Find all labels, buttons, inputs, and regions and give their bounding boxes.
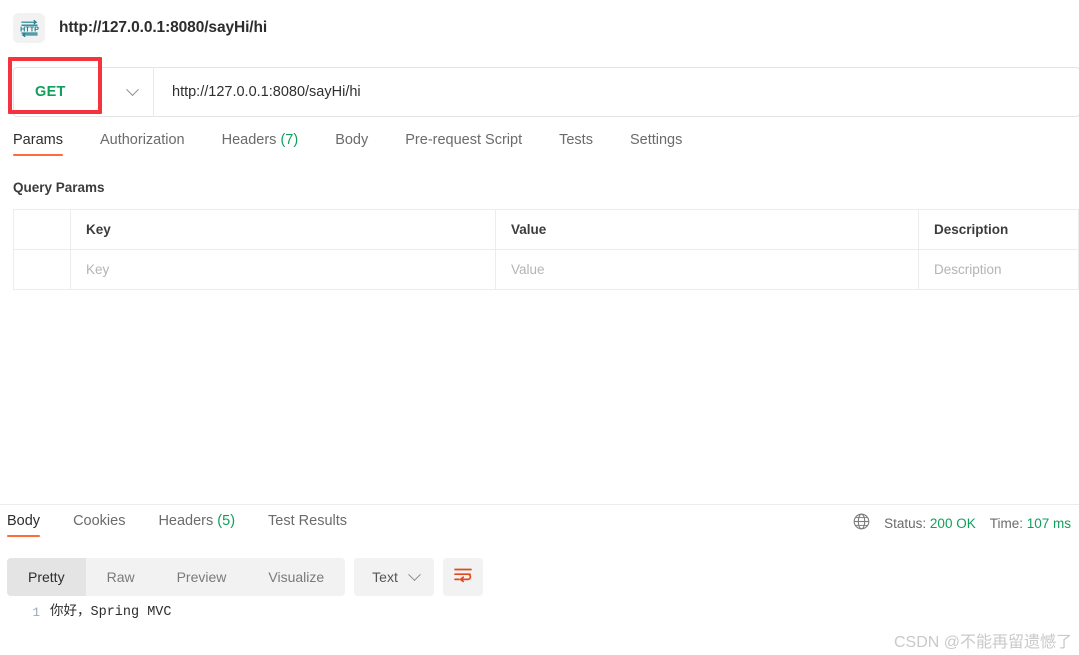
tab-pre-request-script-label: Pre-request Script [405, 132, 523, 148]
tab-authorization[interactable]: Authorization [100, 132, 185, 156]
query-params-table: Key Value Description Key Value Descript… [13, 209, 1079, 290]
view-pretty-button[interactable]: Pretty [7, 558, 86, 596]
time-value: 107 ms [1026, 515, 1071, 531]
response-type-select-label: Text [372, 569, 398, 585]
page-title: http://127.0.0.1:8080/sayHi/hi [59, 18, 268, 36]
response-format-toolbar: Pretty Raw Preview Visualize Text [7, 558, 483, 596]
response-tab-cookies[interactable]: Cookies [73, 513, 125, 537]
url-input[interactable]: http://127.0.0.1:8080/sayHi/hi [172, 84, 361, 100]
tab-settings-label: Settings [629, 132, 683, 148]
response-tabs: Body Cookies Headers (5) Test Results [7, 513, 380, 537]
tab-tests[interactable]: Tests [559, 132, 593, 156]
tab-body[interactable]: Body [335, 132, 368, 156]
response-view-switcher: Pretty Raw Preview Visualize [7, 558, 346, 596]
response-time-readout: Time: 107 ms [990, 516, 1071, 531]
row-checkbox-cell[interactable] [14, 250, 71, 289]
response-tab-body[interactable]: Body [7, 513, 41, 537]
tab-body-label: Body [335, 132, 369, 148]
tab-settings[interactable]: Settings [630, 132, 682, 156]
tab-authorization-label: Authorization [99, 132, 185, 148]
http-method-selector[interactable]: GET [13, 67, 153, 117]
word-wrap-toggle-button[interactable] [442, 558, 483, 596]
request-bar: GET http://127.0.0.1:8080/sayHi/hi [13, 67, 1079, 117]
tab-tests-label: Tests [559, 132, 593, 148]
column-header-key: Key [71, 210, 496, 249]
column-header-select [14, 210, 71, 249]
chevron-down-icon [126, 82, 139, 96]
response-tab-test-results[interactable]: Test Results [268, 513, 347, 537]
response-tab-headers-count: (5) [217, 513, 236, 529]
response-status-bar: Status: 200 OK Time: 107 ms [853, 513, 1071, 533]
response-type-select[interactable]: Text [354, 558, 434, 596]
tab-params-label: Params [13, 132, 63, 148]
status-label: Status: [884, 515, 927, 531]
response-tab-body-label: Body [7, 513, 41, 529]
window-titlebar: HTTP http://127.0.0.1:8080/sayHi/hi [0, 0, 1079, 55]
svg-text:HTTP: HTTP [20, 24, 39, 33]
http-method-label: GET [35, 84, 66, 100]
tab-pre-request-script[interactable]: Pre-request Script [405, 132, 522, 156]
column-header-value: Value [496, 210, 919, 249]
view-preview-button[interactable]: Preview [156, 558, 248, 596]
globe-icon [853, 513, 870, 533]
column-header-description: Description [919, 210, 1079, 249]
response-tab-test-results-label: Test Results [268, 513, 348, 529]
word-wrap-icon [453, 566, 473, 589]
table-row[interactable]: Key Value Description [14, 250, 1079, 290]
tab-headers-count: (7) [280, 132, 299, 148]
response-body-text: 你好，Spring MVC [50, 605, 172, 620]
status-code-readout: Status: 200 OK [884, 516, 976, 531]
response-panel-divider [0, 504, 1079, 505]
query-params-heading: Query Params [13, 180, 105, 195]
tab-params[interactable]: Params [13, 132, 63, 156]
table-header-row: Key Value Description [14, 210, 1079, 250]
request-tabs: Params Authorization Headers (7) Body Pr… [13, 132, 1079, 166]
row-key-input[interactable]: Key [71, 250, 496, 289]
line-number: 1 [32, 606, 40, 620]
watermark: CSDN @不能再留遗憾了 [893, 634, 1072, 651]
url-input-wrapper[interactable]: http://127.0.0.1:8080/sayHi/hi [153, 67, 1079, 117]
view-visualize-button[interactable]: Visualize [247, 558, 345, 596]
chevron-down-icon [407, 567, 421, 581]
response-tab-cookies-label: Cookies [73, 513, 126, 529]
status-badge: 200 OK [929, 515, 976, 531]
tab-headers-label: Headers [221, 132, 277, 148]
response-tab-headers-label: Headers [158, 513, 214, 529]
time-label: Time: [989, 515, 1023, 531]
row-description-input[interactable]: Description [919, 250, 1079, 289]
response-tab-headers[interactable]: Headers (5) [158, 513, 235, 537]
code-line: 1 你好，Spring MVC [0, 602, 1079, 624]
http-protocol-icon: HTTP [13, 12, 45, 43]
view-raw-button[interactable]: Raw [86, 558, 156, 596]
tab-headers[interactable]: Headers (7) [222, 132, 299, 156]
row-value-input[interactable]: Value [496, 250, 919, 289]
